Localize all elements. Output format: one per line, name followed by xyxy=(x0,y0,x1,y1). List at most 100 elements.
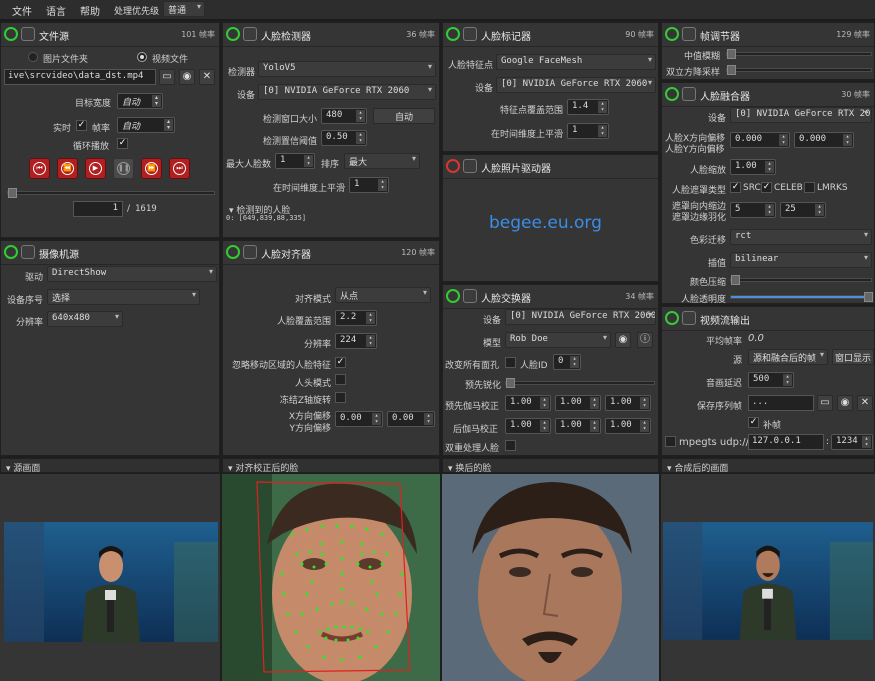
device-select[interactable]: [0] NVIDIA GeForce RTX 2060 ▾ xyxy=(496,77,656,93)
max-faces-spin[interactable]: 1 ▴ ▾ xyxy=(275,153,315,169)
ip-input[interactable]: 127.0.0.1 xyxy=(748,434,824,450)
pause-button[interactable]: ❚❚ xyxy=(113,158,134,179)
radio-video[interactable] xyxy=(137,52,147,62)
reset-icon[interactable] xyxy=(682,27,696,41)
play-button[interactable]: ▶ xyxy=(85,158,106,179)
save-sequence-input[interactable]: ... xyxy=(748,395,814,411)
post-gamma-r[interactable]: 1.00 ▴ ▾ xyxy=(505,418,551,434)
menu-language[interactable]: 语言 xyxy=(46,3,66,18)
info-icon[interactable]: ⓘ xyxy=(637,332,653,348)
two-pass-checkbox[interactable] xyxy=(505,440,516,451)
window-display-button[interactable]: 窗口显示 xyxy=(832,349,874,365)
av-delay-spin[interactable]: 500 ▴ ▾ xyxy=(748,372,794,388)
reset-icon[interactable] xyxy=(682,311,696,325)
power-icon[interactable] xyxy=(446,289,460,303)
eye-icon[interactable]: ◉ xyxy=(615,332,631,348)
driver-select[interactable]: DirectShow ▾ xyxy=(47,266,217,282)
temporal-spin[interactable]: 1 ▴ ▾ xyxy=(349,177,389,193)
eye-icon[interactable]: ◉ xyxy=(837,395,853,411)
power-icon[interactable] xyxy=(665,311,679,325)
menu-help[interactable]: 帮助 xyxy=(80,3,100,18)
power-icon[interactable] xyxy=(665,87,679,101)
mask-celeb-checkbox[interactable]: ✓ xyxy=(761,182,772,193)
prev-frame-button[interactable]: ⏪ xyxy=(57,158,78,179)
temporal-spin[interactable]: 1 ▴ ▾ xyxy=(567,123,609,139)
mpegts-checkbox[interactable] xyxy=(665,436,676,447)
reset-icon[interactable] xyxy=(243,245,257,259)
close-icon[interactable]: ✕ xyxy=(857,395,873,411)
radio-folder[interactable] xyxy=(28,52,38,62)
target-width-spin[interactable]: 自动 ▴ ▾ xyxy=(117,93,163,109)
blur-spin[interactable]: 25 ▴ ▾ xyxy=(780,202,826,218)
erode-spin[interactable]: 5 ▴ ▾ xyxy=(730,202,776,218)
close-icon[interactable]: ✕ xyxy=(199,69,215,85)
file-path-input[interactable]: ive\srcvideo\data_dst.mp4 xyxy=(4,69,156,85)
pre-gamma-r[interactable]: 1.00 ▴ ▾ xyxy=(505,395,551,411)
scale-spin[interactable]: 1.00 ▴ ▾ xyxy=(730,159,776,175)
power-icon[interactable] xyxy=(4,27,18,41)
reset-icon[interactable] xyxy=(463,27,477,41)
next-frame-button[interactable]: ⏩ xyxy=(141,158,162,179)
post-gamma-g[interactable]: 1.00 ▴ ▾ xyxy=(555,418,601,434)
opacity-slider[interactable] xyxy=(730,292,873,302)
device-select[interactable]: [0] NVIDIA GeForce RTX 2060 ▾ xyxy=(730,107,872,123)
reset-icon[interactable] xyxy=(21,27,35,41)
reset-icon[interactable] xyxy=(243,27,257,41)
device-index-select[interactable]: 选择 ▾ xyxy=(47,289,200,305)
folder-icon[interactable]: ▭ xyxy=(159,69,175,85)
model-select[interactable]: Rob Doe ▾ xyxy=(505,332,611,348)
power-icon[interactable] xyxy=(226,245,240,259)
pre-gamma-g[interactable]: 1.00 ▴ ▾ xyxy=(555,395,601,411)
resolution-spin[interactable]: 224 ▴ ▾ xyxy=(335,333,377,349)
fps-spin[interactable]: 自动 ▴ ▾ xyxy=(117,117,175,133)
x-offset-spin[interactable]: 0.00 ▴ ▾ xyxy=(335,411,383,427)
window-size-spin[interactable]: 480 ▴ ▾ xyxy=(321,108,367,124)
loop-checkbox[interactable]: ✓ xyxy=(117,138,128,149)
align-mode-select[interactable]: 从点 ▾ xyxy=(335,287,431,303)
priority-select[interactable]: 普通 ▾ xyxy=(163,1,205,17)
device-select[interactable]: [0] NVIDIA GeForce RTX 2060 ▾ xyxy=(505,309,656,325)
port-spin[interactable]: 1234 ▴ ▾ xyxy=(831,434,873,450)
power-icon[interactable] xyxy=(446,159,460,173)
fill-frames-checkbox[interactable]: ✓ xyxy=(748,417,759,428)
aligned-viewer-header[interactable]: ▾ 对齐校正后的脸 xyxy=(222,458,440,474)
post-gamma-b[interactable]: 1.00 ▴ ▾ xyxy=(605,418,651,434)
eye-icon[interactable]: ◉ xyxy=(179,69,195,85)
mask-lmrks-checkbox[interactable] xyxy=(804,182,815,193)
realtime-checkbox[interactable]: ✓ xyxy=(76,120,87,131)
first-frame-button[interactable]: ⏮ xyxy=(29,158,50,179)
coverage-spin[interactable]: 1.4 ▴ ▾ xyxy=(567,99,609,115)
threshold-spin[interactable]: 0.50 ▴ ▾ xyxy=(321,130,367,146)
power-icon[interactable] xyxy=(446,27,460,41)
folder-icon[interactable]: ▭ xyxy=(817,395,833,411)
presharpen-slider[interactable] xyxy=(505,378,655,388)
reset-icon[interactable] xyxy=(463,289,477,303)
y-offset-spin[interactable]: 0.00 ▴ ▾ xyxy=(387,411,435,427)
marker-select[interactable]: Google FaceMesh ▾ xyxy=(496,54,656,70)
source-select[interactable]: 源和融合后的帧 ▾ xyxy=(748,349,828,365)
y-offset-spin[interactable]: 0.000 ▴ ▾ xyxy=(794,132,854,148)
swapped-viewer-header[interactable]: ▾ 换后的脸 xyxy=(442,458,659,474)
frame-current[interactable]: 1 xyxy=(73,201,123,217)
color-transfer-select[interactable]: rct ▾ xyxy=(730,229,872,245)
auto-button[interactable]: 自动 xyxy=(373,108,435,124)
frame-slider[interactable] xyxy=(7,188,215,198)
x-offset-spin[interactable]: 0.000 ▴ ▾ xyxy=(730,132,790,148)
coverage-spin[interactable]: 2.2 ▴ ▾ xyxy=(335,310,377,326)
color-compress-slider[interactable] xyxy=(730,275,872,285)
power-icon[interactable] xyxy=(665,27,679,41)
menu-file[interactable]: 文件 xyxy=(12,3,32,18)
power-icon[interactable] xyxy=(4,245,18,259)
sort-select[interactable]: 最大 ▾ xyxy=(344,153,420,169)
power-icon[interactable] xyxy=(226,27,240,41)
reset-icon[interactable] xyxy=(463,159,477,173)
swap-all-checkbox[interactable] xyxy=(505,357,516,368)
source-viewer-header[interactable]: ▾ 源画面 xyxy=(0,458,220,474)
detector-select[interactable]: YoloV5 ▾ xyxy=(258,61,436,77)
reset-icon[interactable] xyxy=(682,87,696,101)
mask-src-checkbox[interactable]: ✓ xyxy=(730,182,741,193)
reset-icon[interactable] xyxy=(21,245,35,259)
bilateral-slider[interactable] xyxy=(726,65,872,75)
device-select[interactable]: [0] NVIDIA GeForce RTX 2060 ▾ xyxy=(258,84,436,100)
freeze-z-checkbox[interactable] xyxy=(335,392,346,403)
